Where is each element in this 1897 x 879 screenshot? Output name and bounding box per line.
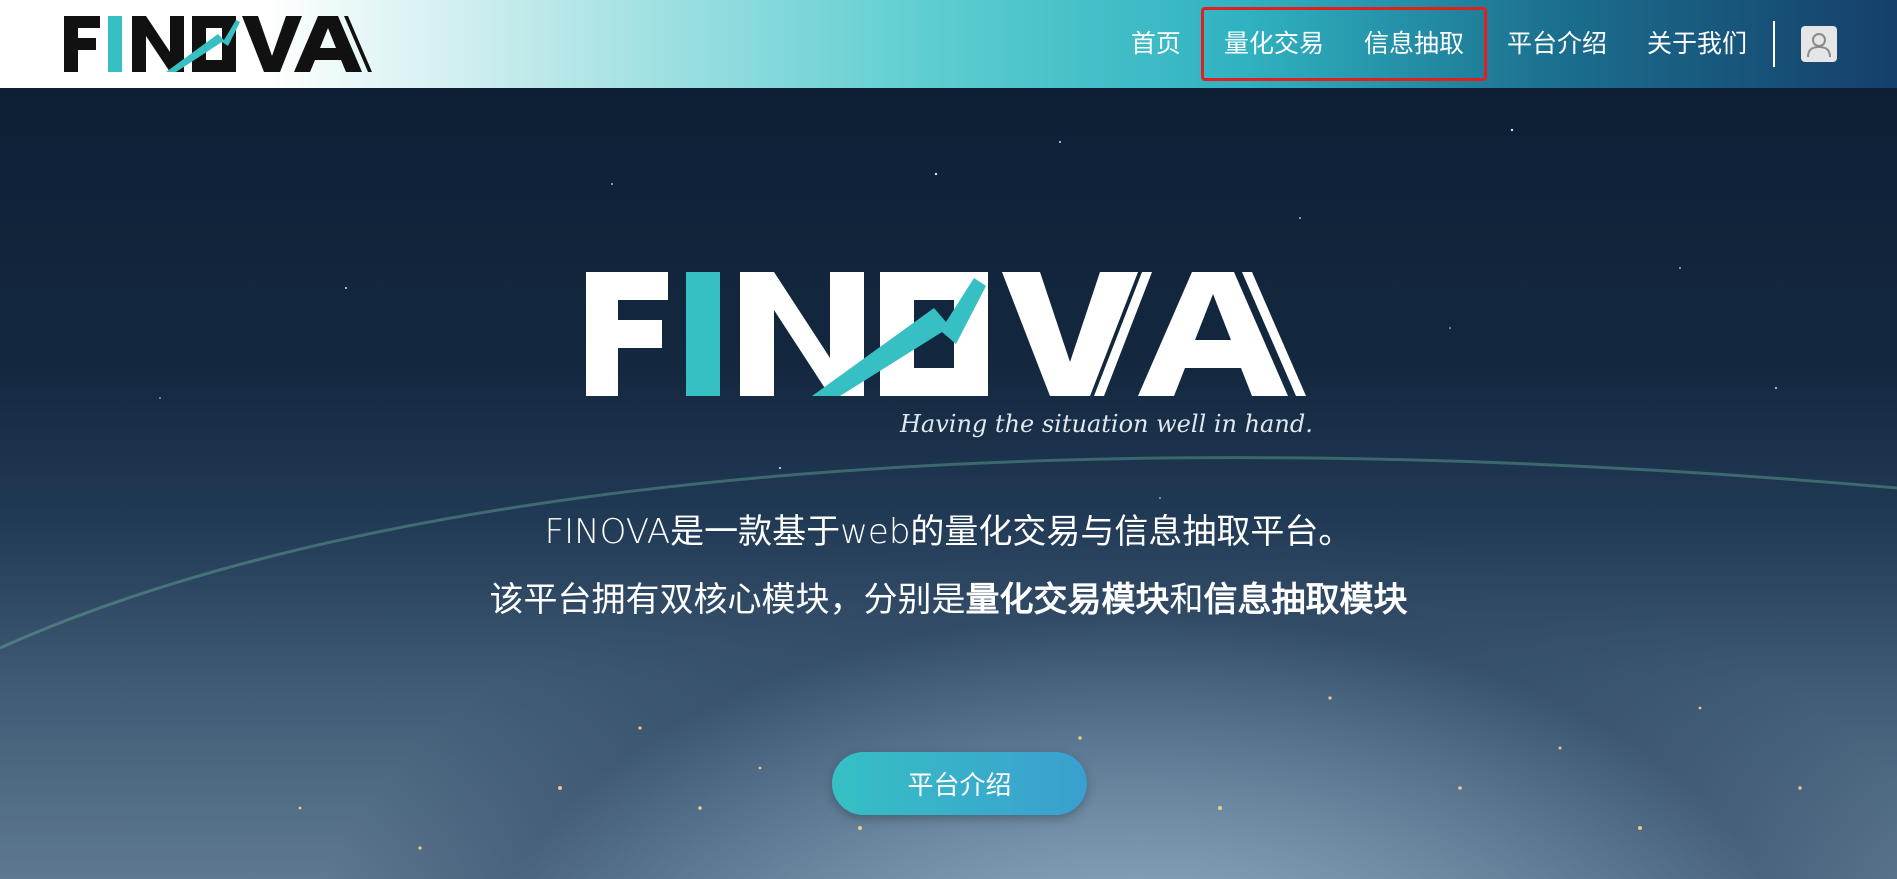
page: 首页 量化交易 信息抽取 平台介绍 关于我们 Having the situat… [0, 0, 1897, 879]
nav-divider [1773, 21, 1775, 67]
hero-module-extraction: 信息抽取模块 [1203, 580, 1408, 620]
nav-item-info-extraction[interactable]: 信息抽取 [1344, 10, 1484, 78]
nav-item-quant-trading[interactable]: 量化交易 [1204, 10, 1344, 78]
platform-intro-button[interactable]: 平台介绍 [832, 752, 1087, 815]
top-navbar: 首页 量化交易 信息抽取 平台介绍 关于我们 [0, 0, 1897, 88]
hero-line-1: FINOVA是一款基于web的量化交易与信息抽取平台。 [544, 512, 1353, 552]
hero-module-quant: 量化交易模块 [965, 580, 1170, 620]
user-account-button[interactable] [1801, 26, 1837, 62]
hero-line-2-and: 和 [1169, 580, 1204, 620]
nav-item-about-us[interactable]: 关于我们 [1627, 0, 1767, 88]
user-icon [1807, 33, 1831, 58]
hero-line-2: 该平台拥有双核心模块，分别是量化交易模块和信息抽取模块 [0, 572, 1897, 621]
hero-finova-logo: Having the situation well in hand. [586, 272, 1313, 438]
hero-section: Having the situation well in hand. FINOV… [0, 88, 1897, 879]
nav-highlight-box: 量化交易 信息抽取 [1200, 7, 1487, 81]
finova-logo[interactable] [62, 12, 402, 76]
nav-item-platform-intro[interactable]: 平台介绍 [1487, 0, 1627, 88]
hero-line-2-prefix: 该平台拥有双核心模块，分别是 [489, 580, 966, 620]
main-nav: 首页 量化交易 信息抽取 平台介绍 关于我们 [1111, 0, 1837, 88]
hero-slogan: Having the situation well in hand. [899, 410, 1313, 438]
nav-item-home[interactable]: 首页 [1111, 0, 1201, 88]
